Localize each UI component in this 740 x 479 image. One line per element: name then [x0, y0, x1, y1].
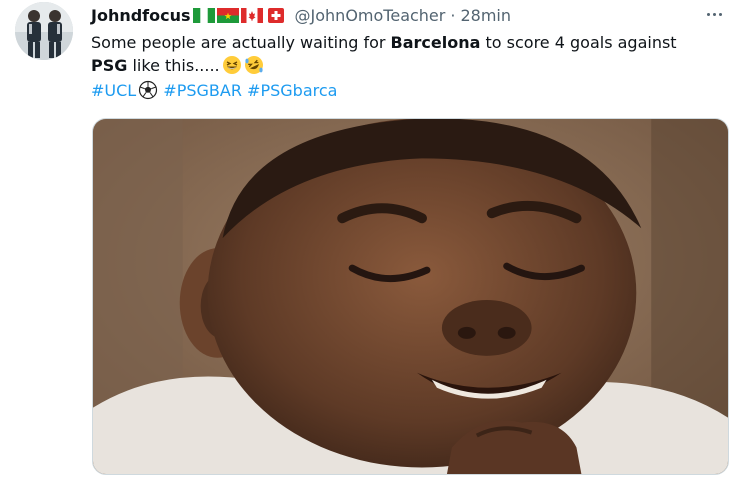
switzerland-flag-icon [265, 7, 287, 23]
user-handle[interactable]: @JohnOmoTeacher [295, 6, 446, 25]
more-options-icon[interactable] [702, 6, 726, 22]
tweet-media-image[interactable] [92, 118, 729, 475]
burkina-faso-flag-icon [216, 7, 239, 23]
tweet-text-part: Some people are actually waiting for [91, 33, 391, 52]
canada-flag-icon [240, 7, 263, 23]
hashtag-psgbarca[interactable]: #PSGbarca [247, 81, 337, 100]
grinning-squinting-face-emoji-icon [222, 55, 242, 75]
tweet-text-part: like this..... [127, 56, 220, 75]
laughing-boy-photo [93, 119, 728, 474]
hashtags: #UCL #PSGBAR #PSGbarca [91, 79, 337, 102]
avatar[interactable] [15, 2, 73, 60]
soccer-ball-emoji-icon [138, 80, 158, 100]
hashtag-ucl[interactable]: #UCL [91, 81, 136, 100]
nigeria-flag-icon [192, 7, 215, 23]
display-name[interactable]: Johndfocus [91, 6, 191, 25]
rolling-on-floor-laughing-emoji-icon [244, 55, 264, 75]
tweet-text: Some people are actually waiting for Bar… [91, 31, 721, 77]
timestamp[interactable]: 28min [460, 6, 511, 25]
tweet-text-part: to score 4 goals against [480, 33, 677, 52]
flag-emojis [192, 7, 287, 23]
hashtag-psgbar[interactable]: #PSGBAR [163, 81, 242, 100]
tweet-text-bold: Barcelona [390, 33, 481, 52]
tweet-header: Johndfocus @JohnOmoTeacher · 28min [91, 3, 511, 27]
tweet[interactable]: Johndfocus @JohnOmoTeacher · 28min Some … [0, 0, 740, 479]
separator-dot: · [450, 5, 456, 25]
avatar-image [15, 2, 73, 60]
tweet-text-bold: PSG [91, 56, 128, 75]
